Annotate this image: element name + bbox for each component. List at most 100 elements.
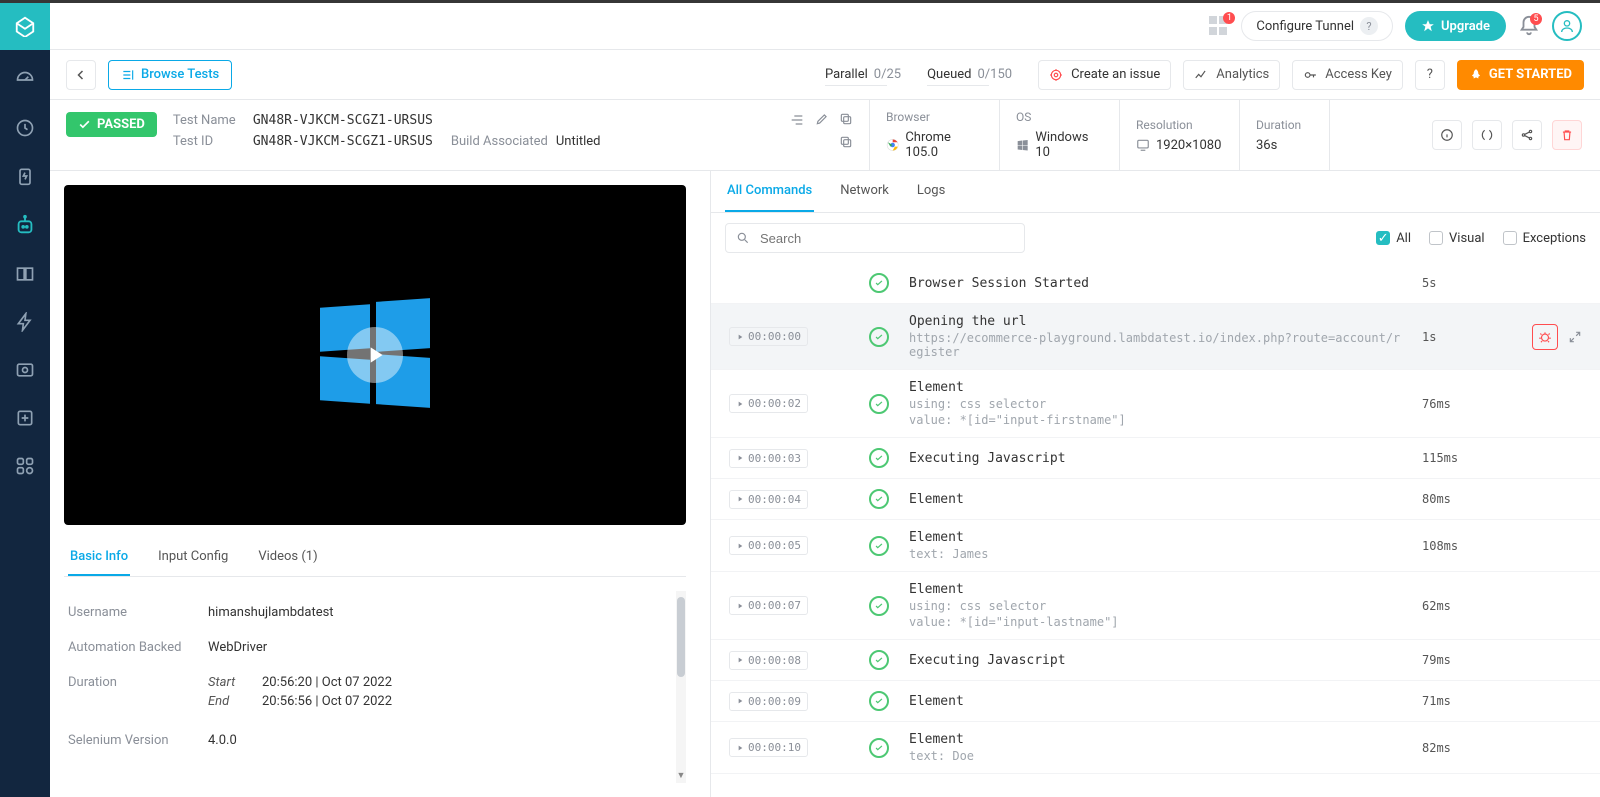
command-row[interactable]: 00:00:04Element80ms <box>711 479 1600 520</box>
search-field[interactable] <box>758 230 1014 247</box>
info-icon[interactable] <box>1432 120 1462 150</box>
filter-all-checkbox[interactable]: ✓All <box>1376 231 1411 246</box>
command-title: Element <box>909 530 1402 545</box>
add-icon[interactable] <box>15 408 35 428</box>
queued-stat: Queued 0/150 <box>927 67 1012 82</box>
build-assoc: Untitled <box>556 134 601 149</box>
history-icon[interactable] <box>15 118 35 138</box>
dashboard-icon[interactable] <box>15 70 35 90</box>
command-row[interactable]: Browser Session Started5s <box>711 263 1600 304</box>
command-detail: value: *[id="input-lastname"] <box>909 615 1402 629</box>
help-button[interactable]: ? <box>1415 60 1445 90</box>
command-title: Element <box>909 380 1402 395</box>
expand-icon[interactable] <box>1568 330 1582 344</box>
compare-icon[interactable] <box>15 264 35 284</box>
backed-value: WebDriver <box>208 640 678 655</box>
command-list[interactable]: Browser Session Started5s00:00:00Opening… <box>711 263 1600 797</box>
timestamp-pill[interactable]: 00:00:02 <box>729 394 808 413</box>
report-bug-icon[interactable] <box>1532 324 1558 350</box>
timestamp-pill[interactable]: 00:00:10 <box>729 738 808 757</box>
command-row[interactable]: 00:00:03Executing Javascript115ms <box>711 438 1600 479</box>
command-title: Executing Javascript <box>909 653 1402 668</box>
command-row[interactable]: 00:00:00Opening the urlhttps://ecommerce… <box>711 304 1600 370</box>
upgrade-label: Upgrade <box>1441 19 1490 34</box>
timestamp-pill[interactable]: 00:00:08 <box>729 651 808 670</box>
configure-tunnel-label: Configure Tunnel <box>1256 19 1354 34</box>
dur-value: 36s <box>1256 138 1277 153</box>
selenium-lbl: Selenium Version <box>68 733 208 748</box>
command-row[interactable]: 00:00:05Elementtext: James108ms <box>711 520 1600 572</box>
timestamp-pill[interactable]: 00:00:09 <box>729 692 808 711</box>
test-meta-bar: PASSED Test Name GN48R-VJKCM-SCGZ1-URSUS… <box>50 100 1600 171</box>
copy-icon[interactable] <box>839 112 853 128</box>
tab-input-config[interactable]: Input Config <box>156 539 230 576</box>
battery-icon[interactable] <box>15 166 35 186</box>
status-ok-icon <box>869 738 889 758</box>
scrollbar[interactable]: ▼ <box>676 591 686 783</box>
timestamp-pill[interactable]: 00:00:00 <box>729 327 808 346</box>
access-key-button[interactable]: Access Key <box>1292 60 1403 90</box>
status-ok-icon <box>869 596 889 616</box>
apps-badge: 1 <box>1223 12 1235 24</box>
queued-value: 0/150 <box>977 67 1012 82</box>
timestamp-pill[interactable]: 00:00:07 <box>729 596 808 615</box>
browser-value: Chrome 105.0 <box>886 130 983 160</box>
share-icon[interactable] <box>1512 120 1542 150</box>
live-icon[interactable] <box>1472 120 1502 150</box>
filter-visual-checkbox[interactable]: Visual <box>1429 231 1485 246</box>
sidebar <box>0 50 50 797</box>
configure-tunnel-button[interactable]: Configure Tunnel ? <box>1241 11 1393 41</box>
command-row[interactable]: 00:00:09Element71ms <box>711 681 1600 722</box>
edit-icon[interactable] <box>815 112 829 128</box>
test-name: GN48R-VJKCM-SCGZ1-URSUS <box>253 113 433 128</box>
command-row[interactable]: 00:00:08Executing Javascript79ms <box>711 640 1600 681</box>
end-value: 20:56:56 | Oct 07 2022 <box>262 694 392 709</box>
dur-lbl: Duration <box>1256 118 1313 132</box>
bolt-icon[interactable] <box>15 312 35 332</box>
back-button[interactable] <box>66 60 96 90</box>
delete-icon[interactable] <box>1552 120 1582 150</box>
command-title: Element <box>909 492 1402 507</box>
filter-exceptions-checkbox[interactable]: Exceptions <box>1503 231 1586 246</box>
screen-icon[interactable] <box>15 360 35 380</box>
copy-id-icon[interactable] <box>839 135 853 149</box>
play-icon[interactable] <box>347 327 403 383</box>
timestamp-pill[interactable]: 00:00:03 <box>729 449 808 468</box>
timestamp-pill[interactable]: 00:00:04 <box>729 490 808 509</box>
command-row[interactable]: 00:00:10Elementtext: Doe82ms <box>711 722 1600 774</box>
user-avatar[interactable] <box>1552 11 1582 41</box>
command-row[interactable]: 00:00:02Elementusing: css selectorvalue:… <box>711 370 1600 438</box>
command-title: Element <box>909 694 1402 709</box>
sort-icon[interactable] <box>789 112 805 128</box>
tab-videos[interactable]: Videos (1) <box>256 539 319 576</box>
apps-grid-icon[interactable]: 1 <box>1209 16 1229 36</box>
tab-logs[interactable]: Logs <box>915 171 947 212</box>
command-tabs: All Commands Network Logs <box>711 171 1600 213</box>
upgrade-button[interactable]: Upgrade <box>1405 11 1506 41</box>
notifications-icon[interactable]: 5 <box>1518 15 1540 37</box>
test-id: GN48R-VJKCM-SCGZ1-URSUS <box>253 134 433 149</box>
timestamp-pill[interactable]: 00:00:05 <box>729 536 808 555</box>
monitor-icon <box>1136 138 1150 152</box>
brand-logo[interactable] <box>0 3 50 50</box>
browse-tests-button[interactable]: Browse Tests <box>108 60 232 90</box>
parallel-value: 0/25 <box>874 67 901 82</box>
integrations-icon[interactable] <box>15 456 35 476</box>
queued-label: Queued <box>927 67 971 82</box>
notif-badge: 5 <box>1530 13 1542 25</box>
command-row[interactable]: 00:00:07Elementusing: css selectorvalue:… <box>711 572 1600 640</box>
tab-all-commands[interactable]: All Commands <box>725 171 814 212</box>
tab-network[interactable]: Network <box>838 171 891 212</box>
tab-basic-info[interactable]: Basic Info <box>68 539 130 576</box>
get-started-button[interactable]: GET STARTED <box>1457 60 1584 90</box>
analytics-button[interactable]: Analytics <box>1183 60 1280 90</box>
search-input[interactable] <box>725 223 1025 253</box>
automation-icon[interactable] <box>14 214 36 236</box>
status-badge: PASSED <box>66 112 157 137</box>
start-lbl: Start <box>208 675 250 690</box>
create-issue-button[interactable]: Create an issue <box>1038 60 1171 90</box>
video-player[interactable] <box>64 185 686 525</box>
windows-icon <box>1016 138 1029 152</box>
command-duration: 115ms <box>1422 451 1492 465</box>
analytics-label: Analytics <box>1216 67 1269 82</box>
